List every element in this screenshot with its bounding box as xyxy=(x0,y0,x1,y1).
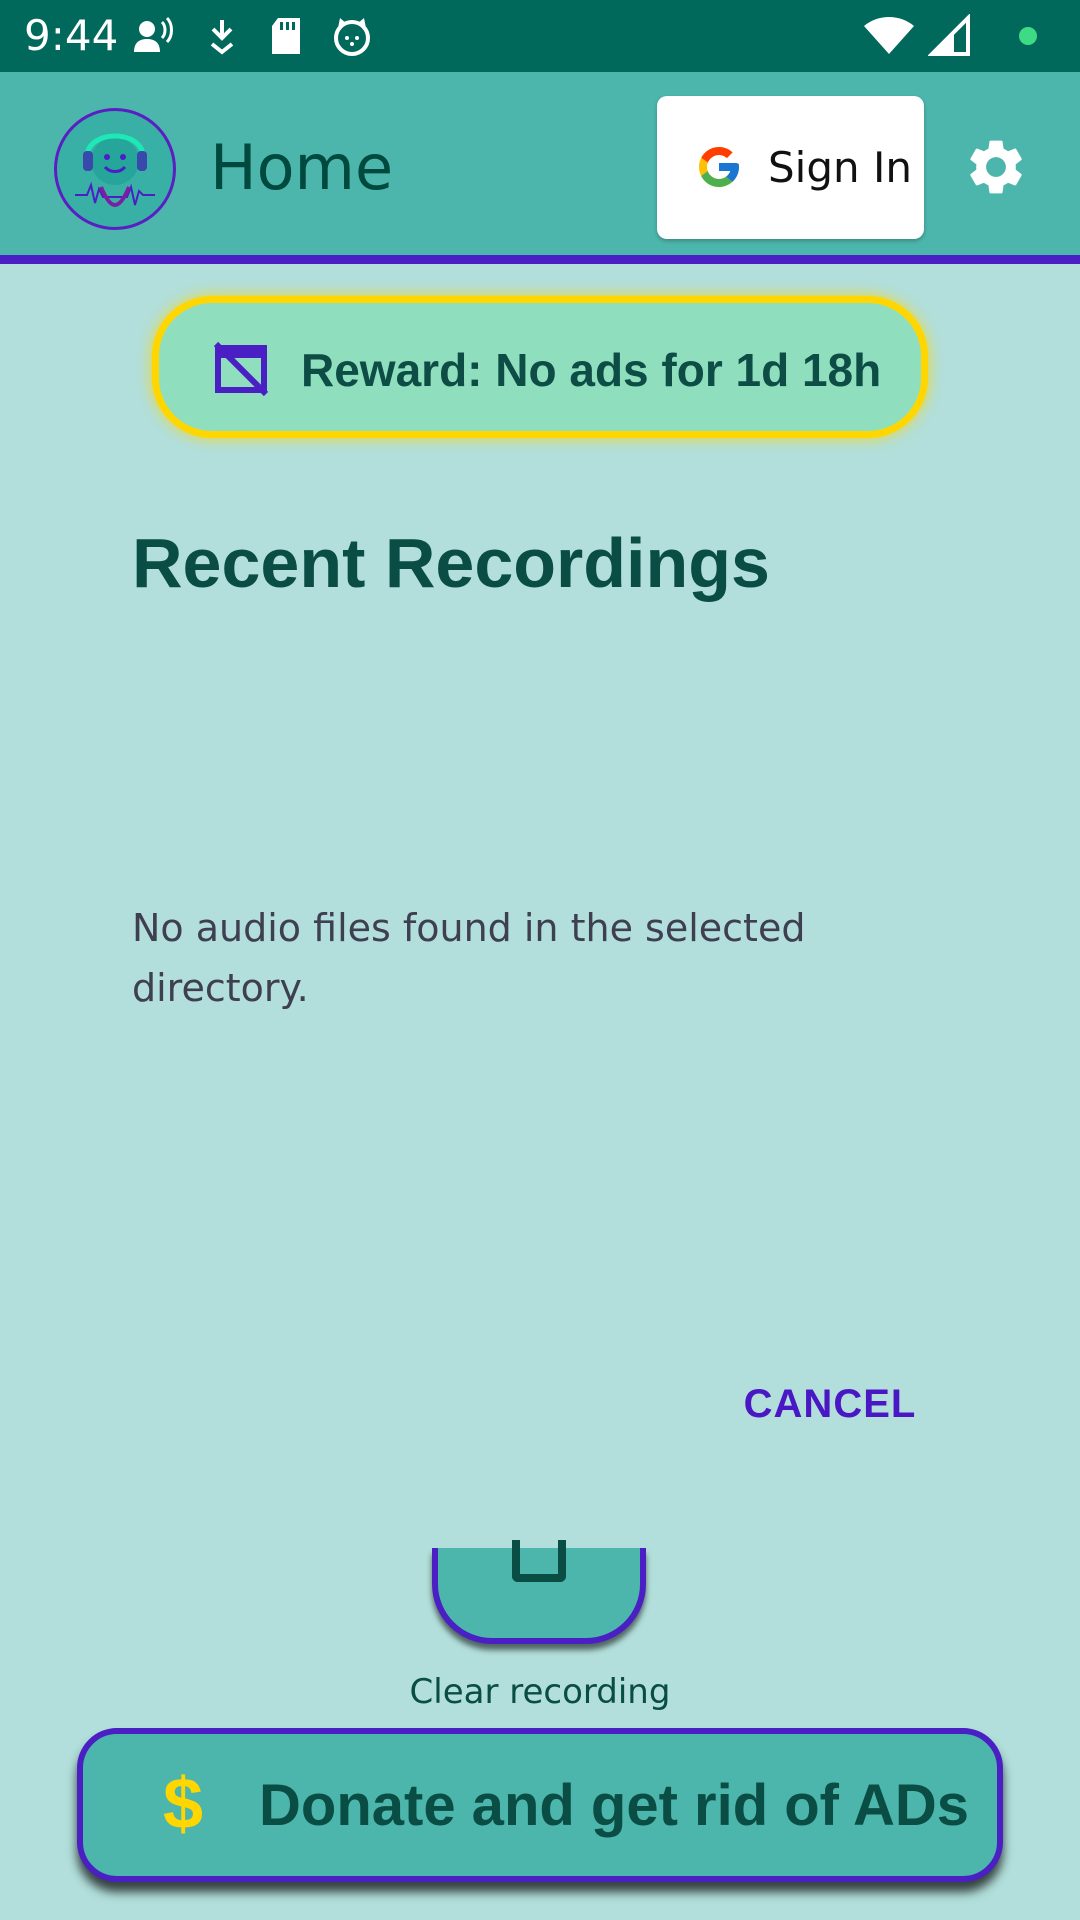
empty-state-message: No audio files found in the selected dir… xyxy=(132,906,806,1010)
cancel-button[interactable]: CANCEL xyxy=(730,1374,930,1434)
donate-label: Donate and get rid of ADs xyxy=(259,1773,969,1838)
cat-icon xyxy=(334,18,370,56)
voice-icon xyxy=(134,16,173,52)
donate-button[interactable]: $ Donate and get rid of ADs xyxy=(77,1728,1003,1882)
recent-recordings-title: Recent Recordings xyxy=(132,524,770,602)
wifi-icon xyxy=(864,17,914,54)
download-icon xyxy=(210,20,234,55)
stop-icon xyxy=(512,1540,566,1582)
sign-in-label: Sign In xyxy=(768,143,912,192)
gear-icon[interactable] xyxy=(963,134,1029,200)
status-time: 9:44 xyxy=(24,11,119,60)
home-screen: 9:44 Home Sign In Reward: No ads for 1d … xyxy=(0,0,1080,1920)
clear-recording-label: Clear recording xyxy=(409,1672,671,1712)
clear-recording-button[interactable] xyxy=(432,1540,646,1644)
dot-icon xyxy=(1019,27,1037,45)
reward-banner[interactable]: Reward: No ads for 1d 18h xyxy=(152,296,928,438)
dollar-icon: $ xyxy=(162,1764,204,1844)
no-ads-icon xyxy=(213,341,269,397)
sd-card-icon xyxy=(272,18,300,54)
app-logo xyxy=(54,108,176,230)
google-icon xyxy=(699,147,739,187)
status-bar: 9:44 xyxy=(0,0,1080,72)
reward-label: Reward: No ads for 1d 18h xyxy=(301,344,882,396)
headphones-face-icon xyxy=(75,133,155,207)
app-bar: Home Sign In xyxy=(0,72,1080,264)
signal-icon xyxy=(928,14,970,56)
page-title: Home xyxy=(210,131,394,204)
sign-in-button[interactable]: Sign In xyxy=(657,96,924,239)
